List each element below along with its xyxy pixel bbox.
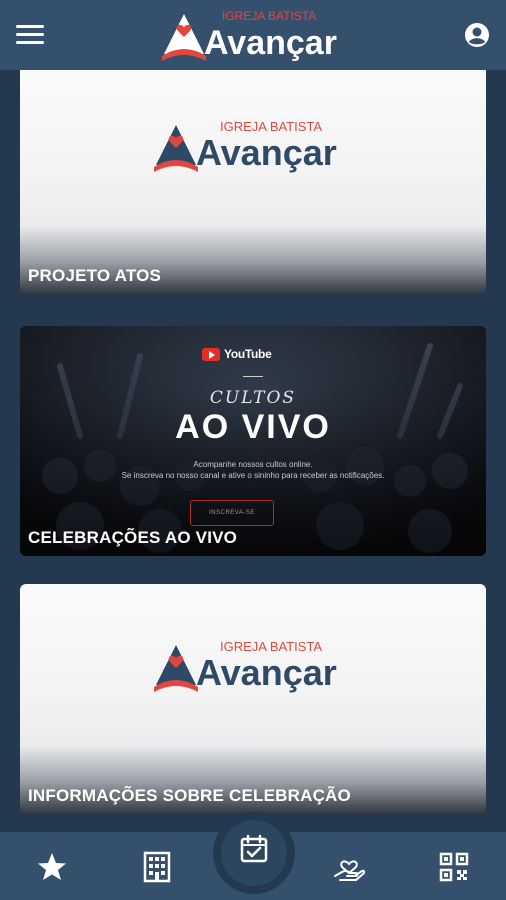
youtube-logo: YouTube: [202, 346, 272, 362]
banner-subtitle-2: Se inscreva no nosso canal e ative o sin…: [121, 471, 385, 480]
banner-ao-vivo: AO VIVO: [175, 408, 331, 446]
feed-list[interactable]: IGREJA BATISTA Avançar PROJETO ATOS YouT…: [0, 70, 506, 832]
banner-cultos: CULTOS: [209, 388, 297, 408]
hand-heart-icon[interactable]: [332, 850, 366, 884]
subscribe-button[interactable]: INSCREVA-SE: [190, 500, 274, 526]
account-circle-icon[interactable]: [464, 22, 490, 48]
star-icon[interactable]: [35, 850, 69, 884]
card-title: PROJETO ATOS: [28, 266, 162, 285]
card-informacoes-celebracao[interactable]: IGREJA BATISTA Avançar INFORMAÇÕES SOBRE…: [20, 584, 486, 814]
calendar-check-icon: [240, 834, 268, 863]
card-celebracoes-ao-vivo[interactable]: YouTube CULTOS AO VIVO Acompanhe nossos …: [20, 326, 486, 556]
building-icon[interactable]: [140, 850, 174, 884]
card-title: INFORMAÇÕES SOBRE CELEBRAÇÃO: [28, 786, 351, 805]
qr-code-icon[interactable]: [437, 850, 471, 884]
top-app-bar: IGREJA BATISTA Avançar: [0, 0, 506, 70]
youtube-play-icon: [202, 347, 220, 361]
app-logo: IGREJA BATISTA Avançar: [162, 9, 337, 62]
card-logo: IGREJA BATISTA Avançar: [154, 119, 337, 173]
logo-name: Avançar: [204, 24, 337, 62]
agenda-button[interactable]: [221, 820, 287, 886]
banner-subtitle-1: Acompanhe nossos cultos online.: [193, 460, 313, 469]
card-logo-name: Avançar: [196, 652, 337, 693]
hamburger-menu-icon[interactable]: [16, 25, 44, 45]
logo-tagline: IGREJA BATISTA: [222, 9, 316, 23]
youtube-wordmark: YouTube: [224, 347, 272, 361]
card-logo: IGREJA BATISTA Avançar: [154, 639, 337, 693]
divider-line: [243, 376, 263, 377]
card-title: CELEBRAÇÕES AO VIVO: [28, 528, 238, 547]
card-projeto-atos[interactable]: IGREJA BATISTA Avançar PROJETO ATOS: [20, 70, 486, 294]
card-logo-name: Avançar: [196, 132, 337, 173]
